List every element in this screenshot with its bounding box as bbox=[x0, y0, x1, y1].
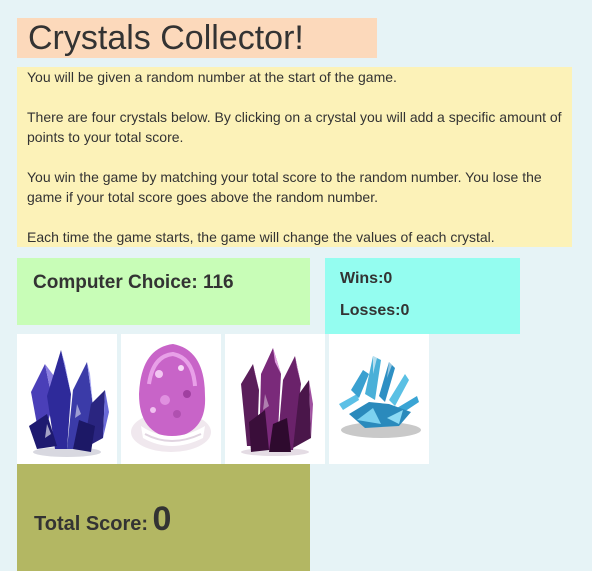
losses-row: Losses:0 bbox=[340, 302, 409, 320]
scoreboard-panel: Wins:0 Losses:0 bbox=[325, 258, 520, 334]
total-score-label: Total Score: bbox=[34, 513, 149, 535]
computer-choice-label: Computer Choice: bbox=[33, 272, 198, 293]
instruction-paragraph: There are four crystals below. By clicki… bbox=[27, 109, 562, 145]
crystal-button-3[interactable] bbox=[225, 334, 325, 464]
crystals-row bbox=[17, 334, 437, 464]
pink-crystal-icon bbox=[131, 344, 211, 452]
wins-value: 0 bbox=[383, 270, 393, 287]
wins-row: Wins:0 bbox=[340, 270, 392, 288]
page-title: Crystals Collector! bbox=[17, 18, 377, 58]
light-blue-crystal-icon bbox=[339, 356, 421, 438]
computer-choice-panel: Computer Choice: 116 bbox=[17, 258, 310, 325]
instruction-paragraph: You win the game by matching your total … bbox=[27, 169, 542, 205]
instruction-paragraph: You will be given a random number at the… bbox=[27, 69, 397, 85]
crystal-button-2[interactable] bbox=[121, 334, 221, 464]
instruction-paragraph: Each time the game starts, the game will… bbox=[27, 229, 495, 245]
wins-label: Wins: bbox=[340, 270, 384, 287]
crystal-button-1[interactable] bbox=[17, 334, 117, 464]
crystal-button-4[interactable] bbox=[329, 334, 429, 464]
blue-crystal-icon bbox=[29, 350, 109, 457]
game-page: Crystals Collector! You will be given a … bbox=[0, 0, 592, 571]
losses-value: 0 bbox=[400, 302, 410, 319]
purple-crystal-icon bbox=[241, 348, 313, 456]
total-score-value: 0 bbox=[152, 500, 172, 538]
losses-label: Losses: bbox=[340, 302, 401, 319]
computer-choice-value: 116 bbox=[202, 272, 234, 293]
instructions-panel: You will be given a random number at the… bbox=[17, 67, 572, 247]
total-score-panel: Total Score: 0 bbox=[17, 464, 310, 571]
